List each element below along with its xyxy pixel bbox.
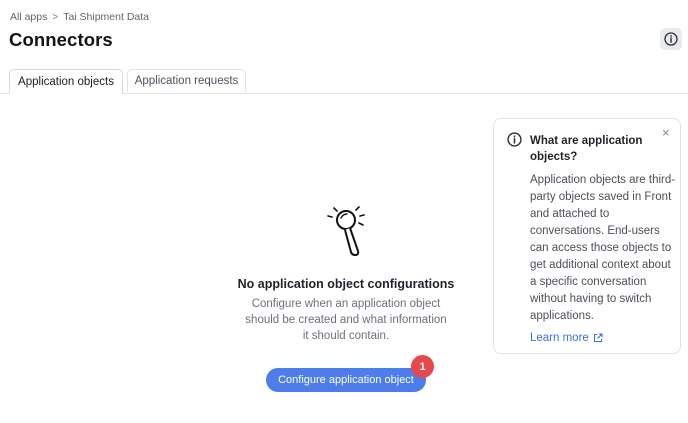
breadcrumb-all-apps[interactable]: All apps: [10, 11, 47, 23]
tab-application-requests[interactable]: Application requests: [127, 69, 246, 92]
info-card-title: What are application objects?: [530, 135, 643, 163]
learn-more-label: Learn more: [530, 332, 589, 344]
empty-state: No application object configurations Con…: [206, 205, 486, 344]
connectors-page: All apps > Tai Shipment Data Connectors …: [0, 0, 688, 423]
configure-application-object-button[interactable]: Configure application object: [266, 368, 426, 392]
step-badge: 1: [411, 355, 434, 378]
empty-state-title: No application object configurations: [237, 277, 455, 291]
info-icon: [664, 32, 678, 46]
tab-application-objects[interactable]: Application objects: [9, 69, 123, 94]
external-link-icon: [593, 333, 603, 343]
breadcrumb-current[interactable]: Tai Shipment Data: [63, 11, 149, 23]
page-title: Connectors: [9, 29, 113, 50]
breadcrumb-separator: >: [52, 11, 59, 23]
magnifying-glass-icon: [327, 206, 365, 256]
info-card-body: Application objects are third-party obje…: [530, 174, 676, 322]
info-icon: [507, 132, 522, 147]
empty-state-description: Configure when an application object sho…: [245, 298, 447, 342]
learn-more-link[interactable]: Learn more: [530, 332, 603, 344]
tab-bar: Application objects Application requests: [0, 69, 688, 94]
page-info-button[interactable]: [660, 28, 682, 50]
close-icon[interactable]: ×: [662, 125, 670, 140]
breadcrumb: All apps > Tai Shipment Data: [10, 11, 149, 23]
info-card: × What are application objects? Applicat…: [493, 118, 681, 354]
